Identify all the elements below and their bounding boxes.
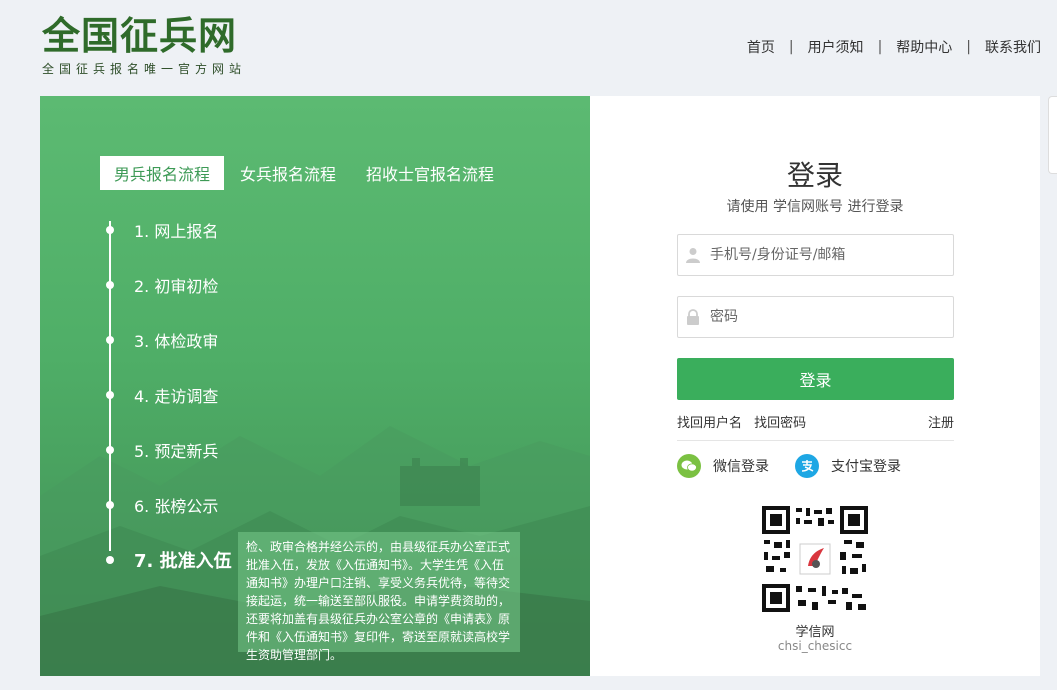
- password-field[interactable]: [677, 296, 954, 338]
- user-icon: [678, 247, 708, 263]
- alipay-login-label: 支付宝登录: [831, 459, 901, 475]
- username-input[interactable]: [708, 246, 942, 264]
- nav-user-notice[interactable]: 用户须知: [808, 37, 864, 57]
- login-panel: 登录 请使用 学信网账号 进行登录 登录 找回用户名 找回密码 注册 微信登录 …: [590, 96, 1040, 676]
- step-label: 4. 走访调查: [134, 387, 219, 406]
- lock-icon: [678, 309, 708, 325]
- nav-contact-us[interactable]: 联系我们: [985, 37, 1041, 57]
- tab-male-process[interactable]: 男兵报名流程: [100, 156, 225, 190]
- login-button[interactable]: 登录: [677, 358, 954, 400]
- step-dot: [106, 226, 114, 234]
- qr-code-icon: [762, 506, 868, 612]
- step-dot: [106, 501, 114, 509]
- qr-caption: 学信网: [795, 625, 835, 640]
- step-dot: [106, 556, 114, 564]
- step-label: 6. 张榜公示: [134, 497, 219, 516]
- divider: [677, 440, 954, 441]
- nav-separator: |: [966, 39, 971, 55]
- step-label: 1. 网上报名: [134, 222, 219, 241]
- logo-subtitle: 全国征兵报名唯一官方网站: [42, 62, 247, 76]
- step-dot: [106, 446, 114, 454]
- tab-female-process[interactable]: 女兵报名流程: [226, 156, 350, 190]
- step-item[interactable]: 1. 网上报名: [106, 218, 218, 242]
- step-dot: [106, 391, 114, 399]
- nav-separator: |: [788, 39, 794, 55]
- nav-help-center[interactable]: 帮助中心: [896, 37, 952, 57]
- logo-title: 全国征兵网: [42, 14, 238, 58]
- step-dot: [106, 281, 114, 289]
- step-label: 5. 预定新兵: [134, 442, 219, 461]
- tab-nco-process[interactable]: 招收士官报名流程: [352, 156, 508, 190]
- step-item[interactable]: 3. 体检政审: [106, 328, 218, 352]
- wechat-login[interactable]: 微信登录: [677, 454, 769, 478]
- login-subtitle: 请使用 学信网账号 进行登录: [726, 199, 904, 215]
- step-label: 7. 批准入伍: [134, 551, 232, 572]
- login-title: 登录: [786, 159, 843, 192]
- wechat-login-label: 微信登录: [713, 459, 769, 475]
- step-description-tooltip: 检、政审合格并经公示的，由县级征兵办公室正式批准入伍，发放《入伍通知书》。大学生…: [238, 532, 520, 662]
- alipay-icon: [795, 454, 819, 478]
- nav-home[interactable]: 首页: [747, 37, 775, 57]
- process-tabs: 男兵报名流程 女兵报名流程 招收士官报名流程: [100, 156, 510, 190]
- step-label: 3. 体检政审: [134, 332, 219, 351]
- username-field[interactable]: [677, 234, 954, 276]
- top-nav: 首页 | 用户须知 | 帮助中心 | 联系我们: [747, 37, 1041, 57]
- login-links: 找回用户名 找回密码 注册: [677, 412, 954, 431]
- qr-subcaption: chsi_chesicc: [777, 639, 853, 653]
- step-item-active[interactable]: 7. 批准入伍: [106, 547, 232, 573]
- side-float-tab[interactable]: [1048, 96, 1057, 174]
- register-link[interactable]: 注册: [928, 412, 954, 431]
- site-logo[interactable]: 全国征兵网 全国征兵报名唯一官方网站: [42, 14, 246, 77]
- step-item[interactable]: 5. 预定新兵: [106, 438, 218, 462]
- process-panel: 男兵报名流程 女兵报名流程 招收士官报名流程 1. 网上报名 2. 初审初检 3…: [40, 96, 590, 676]
- step-label: 2. 初审初检: [134, 277, 219, 296]
- step-item[interactable]: 2. 初审初检: [106, 273, 218, 297]
- process-steps: 1. 网上报名 2. 初审初检 3. 体检政审 4. 走访调查 5. 预定新兵 …: [106, 211, 346, 573]
- nav-separator: |: [877, 39, 883, 55]
- find-username-link[interactable]: 找回用户名: [677, 416, 742, 431]
- find-password-link[interactable]: 找回密码: [754, 416, 806, 431]
- wechat-icon: [677, 454, 701, 478]
- alipay-login[interactable]: 支付宝登录: [795, 454, 901, 478]
- step-item[interactable]: 6. 张榜公示: [106, 493, 218, 517]
- step-item[interactable]: 4. 走访调查: [106, 383, 218, 407]
- step-dot: [106, 336, 114, 344]
- password-input[interactable]: [708, 308, 942, 326]
